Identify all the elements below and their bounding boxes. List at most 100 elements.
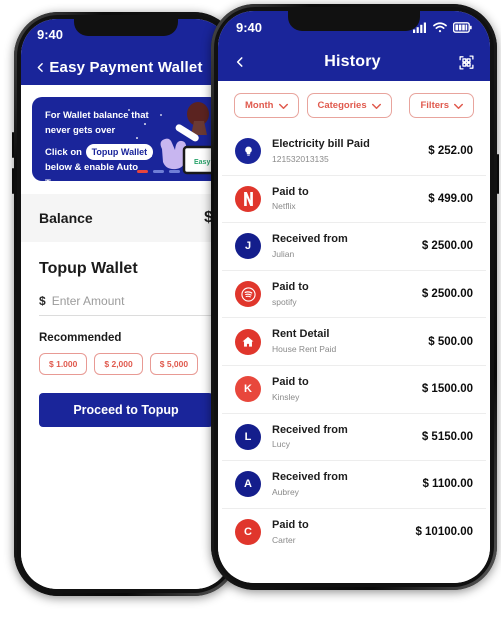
transaction-details: Rent Detail House Rent Paid [261, 327, 428, 356]
transaction-title: Electricity bill Paid [272, 138, 370, 150]
transaction-title: Received from [272, 471, 348, 484]
spotify-icon [235, 281, 261, 308]
promo-banner[interactable]: Easy For Wallet balance that never gets … [32, 97, 220, 181]
transaction-row[interactable]: Paid to spotify $ 2500.00 [222, 271, 486, 319]
transaction-row[interactable]: Electricity bill Paid 121532013135 $ 252.0… [222, 128, 486, 176]
transaction-subtitle: Aubrey [272, 487, 299, 497]
recommended-label: Recommended [39, 332, 122, 344]
app-bar-right: History [218, 43, 490, 81]
transaction-details: Received from Aubrey [261, 470, 422, 499]
transaction-row[interactable]: L Received from Lucy $ 5150.00 [222, 414, 486, 462]
status-time-right: 9:40 [236, 19, 263, 35]
avatar-initial: L [235, 423, 261, 450]
qr-scan-icon[interactable] [458, 54, 475, 71]
banner-line-3: Click on Topup Wallet [45, 143, 180, 161]
transaction-amount: $ 2500.00 [421, 240, 473, 253]
power-button-right[interactable] [497, 154, 499, 194]
home-icon [235, 328, 261, 355]
left-content: Easy For Wallet balance that never gets … [21, 97, 231, 589]
transaction-list: Electricity bill Paid 121532013135 $ 252.0… [218, 128, 490, 555]
transaction-title: Paid to [272, 375, 309, 388]
balance-label: Balance [39, 210, 93, 226]
transaction-amount: $ 10100.00 [415, 526, 473, 539]
back-chevron-right-icon[interactable] [233, 55, 247, 69]
transaction-details: Received from Lucy [261, 423, 422, 452]
transaction-amount: $ 499.00 [428, 192, 473, 205]
topup-wallet-pill: Topup Wallet [85, 143, 154, 161]
transaction-details: Received from Julian [261, 232, 422, 261]
transaction-amount: $ 5150.00 [421, 430, 473, 443]
avatar-initial: K [235, 376, 261, 403]
transaction-title: Received from [272, 423, 348, 436]
carousel-dot-2[interactable] [153, 170, 164, 173]
right-content: Month Categories Filters Electricity bil… [218, 81, 490, 583]
banner-line-4: below & enable Auto [45, 162, 139, 174]
topup-heading: Topup Wallet [39, 260, 138, 277]
volume-up-button-left[interactable] [12, 132, 14, 158]
transaction-row[interactable]: Paid to Netflix $ 499.00 [222, 176, 486, 224]
chevron-down-icon [371, 103, 381, 109]
banner-click-on-label: Click on [45, 146, 82, 158]
transaction-title: Rent Detail [272, 328, 330, 341]
amount-input-row[interactable]: $ Enter Amount [39, 294, 213, 316]
avatar-initial: A [235, 471, 261, 498]
transaction-title: Paid to [272, 280, 309, 293]
filter-bar: Month Categories Filters [218, 81, 490, 128]
svg-text:Easy: Easy [194, 159, 210, 166]
transaction-title: Paid to [272, 185, 309, 198]
transaction-details: Paid to Carter [261, 518, 415, 547]
transaction-amount: $ 2500.00 [421, 288, 473, 301]
transaction-details: Paid to Kinsley [261, 375, 422, 404]
recommended-amount-chips: $ 1.000 $ 2,000 $ 5,000 [39, 353, 213, 375]
filter-month-button[interactable]: Month [234, 93, 299, 118]
volume-down-button-left[interactable] [12, 168, 14, 194]
transaction-row[interactable]: Rent Detail House Rent Paid $ 500.00 [222, 318, 486, 366]
back-chevron-left-icon[interactable] [34, 61, 47, 74]
lightbulb-icon [235, 138, 261, 165]
carousel-dot-3[interactable] [169, 170, 180, 173]
transaction-title: Received from [272, 233, 348, 246]
amount-chip-2[interactable]: $ 2,000 [94, 353, 143, 375]
transaction-subtitle: Julian [272, 249, 295, 260]
phone-mockup-left: 9:40 Easy Payment Wallet Easy For Wallet… [12, 12, 238, 596]
amount-input-placeholder[interactable]: Enter Amount [52, 294, 125, 308]
avatar-initial: J [235, 233, 261, 260]
screenshot-canvas: 9:40 Easy Payment Wallet Easy For Wallet… [0, 0, 501, 618]
transaction-amount: $ 1500.00 [421, 383, 473, 396]
transaction-row[interactable]: K Paid to Kinsley $ 1500.00 [222, 366, 486, 414]
topup-section: Topup Wallet $ Enter Amount Recommended … [21, 242, 231, 427]
transaction-row[interactable]: J Received from Julian $ 2500.00 [222, 223, 486, 271]
transaction-amount: $ 500.00 [428, 335, 473, 348]
page-title-left: Easy Payment Wallet [49, 58, 203, 76]
status-icons-right [413, 21, 472, 33]
transaction-subtitle: House Rent Paid [272, 344, 337, 355]
wifi-icon [433, 21, 447, 33]
filter-categories-label: Categories [317, 100, 367, 111]
transaction-subtitle: Netflix [272, 201, 296, 212]
page-title-right: History [324, 53, 381, 70]
phone-screen-right: 9:40 History Month Categories Filters El… [218, 11, 490, 583]
proceed-to-topup-button[interactable]: Proceed to Topup [39, 393, 213, 427]
battery-full-icon [453, 21, 472, 33]
filter-filters-button[interactable]: Filters [409, 93, 474, 118]
transaction-details: Paid to spotify [261, 280, 422, 309]
transaction-subtitle: 121532013135 [272, 153, 329, 164]
balance-row: Balance $ [21, 194, 231, 242]
carousel-dot-1[interactable] [137, 170, 148, 173]
currency-symbol: $ [39, 294, 46, 308]
chevron-down-icon [454, 103, 463, 109]
transaction-subtitle: Kinsley [272, 391, 300, 402]
transaction-amount: $ 1100.00 [422, 478, 473, 491]
transaction-subtitle: Lucy [272, 439, 290, 450]
transaction-row[interactable]: C Paid to Carter $ 10100.00 [222, 509, 486, 556]
carousel-dots[interactable] [137, 170, 180, 173]
amount-chip-1[interactable]: $ 1.000 [39, 353, 88, 375]
transaction-row[interactable]: A Received from Aubrey $ 1100.00 [222, 461, 486, 509]
amount-chip-3[interactable]: $ 5,000 [149, 353, 199, 375]
chevron-down-icon [278, 103, 288, 109]
transaction-details: Electricity bill Paid 121532013135 [261, 137, 428, 166]
netflix-icon [235, 185, 261, 212]
transaction-title: Paid to [272, 518, 309, 531]
filter-categories-button[interactable]: Categories [306, 93, 392, 118]
phone-notch-right [288, 11, 420, 31]
